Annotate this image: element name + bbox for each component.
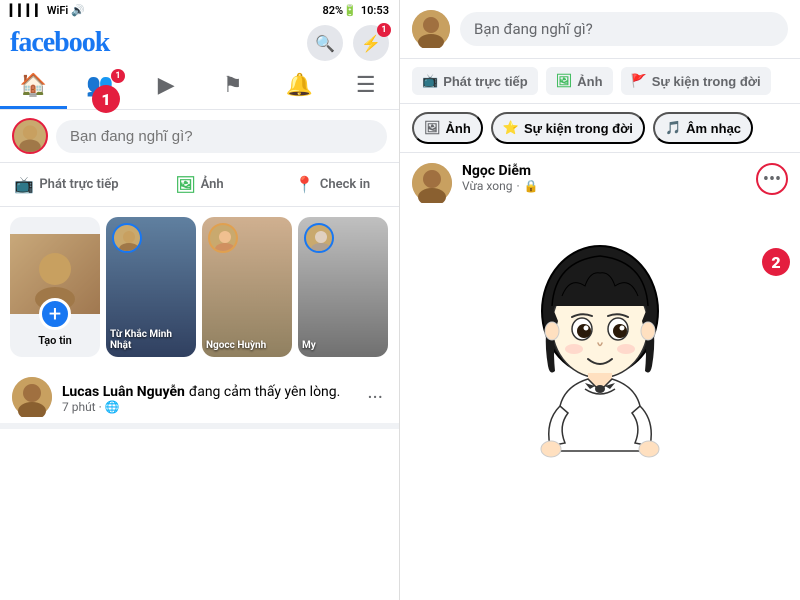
tab-home[interactable]: 🏠	[0, 65, 67, 109]
secondary-action-row: 🖼 Ảnh ⭐ Sự kiện trong đời 🎵 Âm nhạc	[400, 104, 800, 153]
search-button[interactable]: 🔍	[307, 25, 343, 61]
sec-photo-icon: 🖼	[424, 120, 441, 136]
right-panel: Bạn đang nghĩ gì? 📺 Phát trực tiếp 🖼 Ảnh…	[400, 0, 800, 600]
signal-icon: ▎▎▎▎	[10, 4, 44, 17]
right-photo-label: Ảnh	[577, 74, 602, 89]
right-event-label: Sự kiện trong đời	[652, 74, 761, 89]
right-post-sub: Vừa xong · 🔒	[462, 179, 746, 193]
tab-flag[interactable]: ⚑	[200, 65, 267, 109]
sec-photo-label: Ảnh	[446, 121, 471, 136]
badge-number-2: 2	[762, 248, 790, 276]
stories-row: + Tạo tin Từ Khắc Minh Nhật Ngocc Huỳnh …	[0, 207, 399, 367]
checkin-button[interactable]: 📍 Check in	[266, 167, 399, 202]
post-header: Lucas Luân Nguyễn đang cảm thấy yên lòng…	[12, 377, 387, 417]
story-1[interactable]: Từ Khắc Minh Nhật	[106, 217, 196, 357]
post-sub: 7 phút · 🌐	[62, 400, 353, 414]
left-panel: ▎▎▎▎ WiFi 🔊 82%🔋 10:53 facebook 🔍 ⚡ 1 🏠 …	[0, 0, 400, 600]
right-post-avatar	[412, 163, 452, 203]
post-more-button[interactable]: ···	[363, 381, 387, 413]
status-right: 82%🔋 10:53	[322, 4, 389, 17]
sec-music-button[interactable]: 🎵 Âm nhạc	[653, 112, 753, 144]
right-live-icon: 📺	[422, 73, 438, 89]
messenger-button[interactable]: ⚡ 1	[353, 25, 389, 61]
post-avatar	[12, 377, 52, 417]
menu-icon: ☰	[356, 73, 376, 98]
nav-tabs: 🏠 👥 1 ▶ ⚑ 🔔 ☰	[0, 65, 399, 110]
battery-text: 82%🔋	[322, 4, 356, 17]
home-icon: 🏠	[20, 73, 47, 98]
story-2[interactable]: Ngocc Huỳnh	[202, 217, 292, 357]
tab-notifications[interactable]: 🔔	[266, 65, 333, 109]
header-icons: 🔍 ⚡ 1	[307, 25, 389, 61]
tab-menu[interactable]: ☰	[333, 65, 400, 109]
story1-name: Từ Khắc Minh Nhật	[110, 329, 192, 351]
right-post-meta: Ngọc Diễm Vừa xong · 🔒	[462, 163, 746, 193]
story2-name: Ngocc Huỳnh	[206, 340, 288, 351]
sec-music-label: Âm nhạc	[686, 121, 741, 136]
right-post: Ngọc Diễm Vừa xong · 🔒 •••	[400, 153, 800, 600]
right-live-button[interactable]: 📺 Phát trực tiếp	[412, 67, 538, 95]
privacy-icon: 🔒	[524, 179, 539, 193]
story-input-row	[0, 110, 399, 162]
live-icon: 📺	[14, 175, 34, 194]
checkin-icon: 📍	[295, 175, 315, 194]
create-story-label: Tạo tin	[34, 334, 76, 347]
sec-life-button[interactable]: ⭐ Sự kiện trong đời	[491, 112, 645, 144]
live-label: Phát trực tiếp	[39, 177, 118, 192]
right-action-row: 📺 Phát trực tiếp 🖼 Ảnh 🚩 Sự kiện trong đ…	[400, 59, 800, 104]
right-user-avatar	[412, 10, 450, 48]
flag-icon: ⚑	[223, 73, 243, 98]
header: facebook 🔍 ⚡ 1	[0, 21, 399, 65]
sec-music-icon: 🎵	[665, 120, 681, 136]
sound-icon: 🔊	[71, 4, 85, 17]
story3-name: My	[302, 340, 384, 351]
right-post-input[interactable]: Bạn đang nghĩ gì?	[460, 12, 788, 46]
right-post-more-button[interactable]: •••	[756, 163, 788, 195]
post-item: Lucas Luân Nguyễn đang cảm thấy yên lòng…	[0, 367, 399, 429]
right-post-name: Ngọc Diễm	[462, 163, 746, 179]
checkin-label: Check in	[320, 177, 370, 192]
right-header: Bạn đang nghĩ gì?	[400, 0, 800, 59]
right-photo-icon: 🖼	[556, 73, 573, 89]
sec-photo-button[interactable]: 🖼 Ảnh	[412, 112, 483, 144]
user-avatar	[12, 118, 48, 154]
tab-video[interactable]: ▶	[133, 65, 200, 109]
story2-avatar	[208, 223, 238, 253]
friends-badge: 1	[111, 69, 125, 83]
photo-button[interactable]: 🖼 Ảnh	[133, 167, 266, 202]
story-3[interactable]: My	[298, 217, 388, 357]
time-text: 10:53	[361, 4, 389, 17]
right-live-label: Phát trực tiếp	[443, 74, 528, 89]
live-button[interactable]: 📺 Phát trực tiếp	[0, 167, 133, 202]
badge-number-1: 1	[92, 85, 120, 113]
story1-avatar	[112, 223, 142, 253]
messenger-icon: ⚡	[361, 34, 381, 53]
messenger-badge: 1	[377, 23, 391, 37]
story3-avatar	[304, 223, 334, 253]
search-icon: 🔍	[315, 34, 335, 53]
status-left: ▎▎▎▎ WiFi 🔊	[10, 4, 85, 17]
post-input[interactable]	[56, 120, 387, 153]
sec-life-label: Sự kiện trong đời	[524, 121, 633, 136]
right-post-header: Ngọc Diễm Vừa xong · 🔒 •••	[412, 163, 788, 203]
right-event-button[interactable]: 🚩 Sự kiện trong đời	[621, 67, 771, 95]
video-icon: ▶	[158, 73, 175, 98]
right-photo-button[interactable]: 🖼 Ảnh	[546, 67, 613, 95]
create-story-card[interactable]: + Tạo tin	[10, 217, 100, 357]
sec-life-icon: ⭐	[503, 120, 519, 136]
create-story-plus[interactable]: +	[39, 298, 71, 330]
post-image	[412, 211, 788, 511]
right-event-icon: 🚩	[631, 73, 647, 89]
status-bar: ▎▎▎▎ WiFi 🔊 82%🔋 10:53	[0, 0, 399, 21]
post-meta: Lucas Luân Nguyễn đang cảm thấy yên lòng…	[62, 381, 353, 414]
bell-icon: 🔔	[286, 73, 313, 98]
post-name: Lucas Luân Nguyễn đang cảm thấy yên lòng…	[62, 381, 353, 400]
photo-icon: 🖼	[175, 175, 195, 194]
photo-label: Ảnh	[201, 177, 224, 192]
facebook-logo: facebook	[10, 27, 109, 59]
wifi-icon: WiFi	[47, 4, 68, 17]
action-row: 📺 Phát trực tiếp 🖼 Ảnh 📍 Check in	[0, 162, 399, 207]
